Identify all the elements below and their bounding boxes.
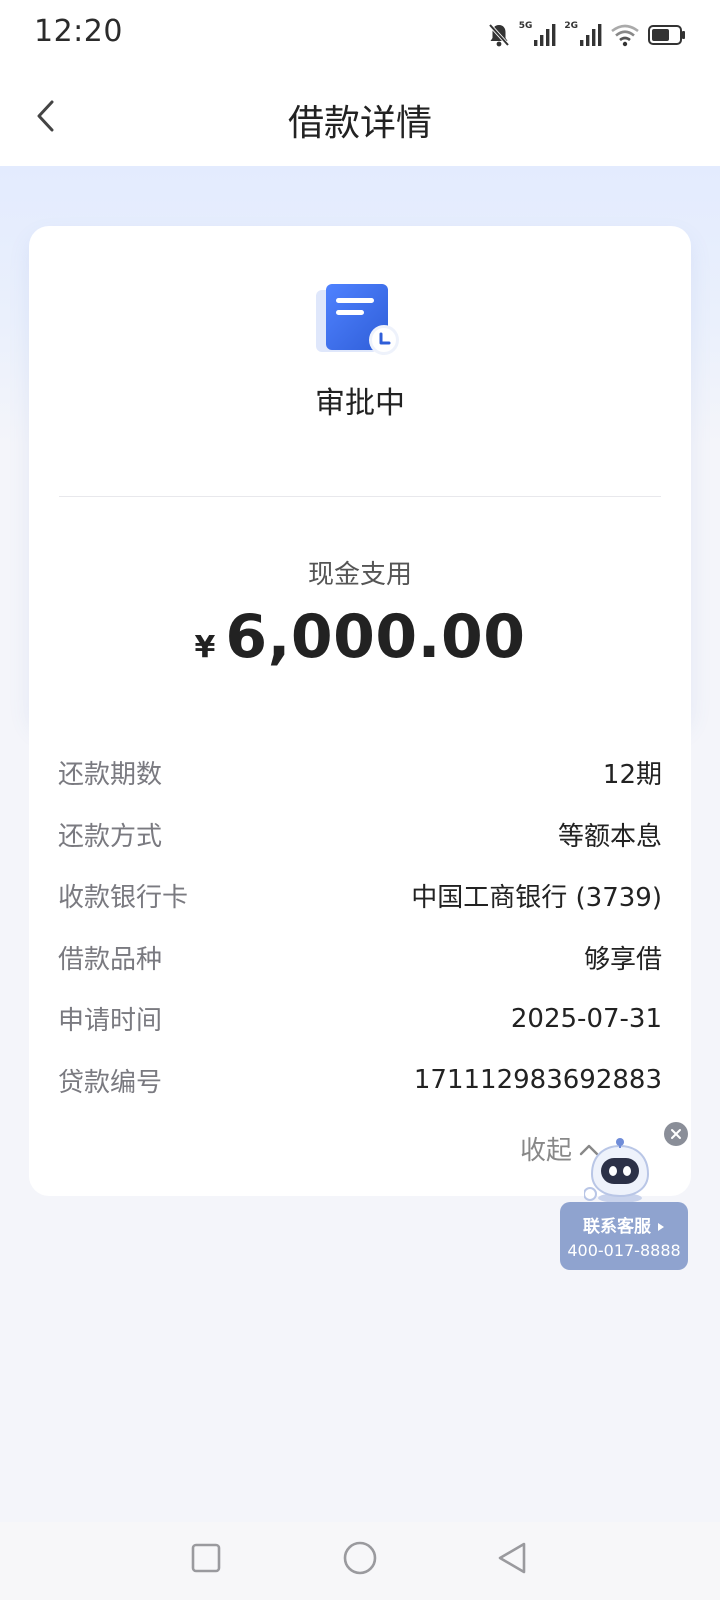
bell-muted-icon bbox=[487, 22, 511, 48]
detail-value: 等额本息 bbox=[557, 821, 662, 852]
detail-key: 还款方式 bbox=[58, 821, 163, 852]
signal-5g-icon bbox=[534, 23, 556, 47]
circle-icon bbox=[342, 1540, 378, 1580]
page-title: 借款详情 bbox=[287, 103, 432, 144]
detail-value: 中国工商银行 (3739) bbox=[411, 883, 662, 914]
signal-2g-icon bbox=[580, 23, 602, 47]
signal-5g-label: 5G bbox=[518, 21, 533, 31]
detail-list: 还款期数 12期 还款方式 等额本息 收款银行卡 中国工商银行 (3739) 借… bbox=[29, 742, 691, 1111]
status-bar: 12:20 5G 2G bbox=[0, 0, 720, 70]
customer-service-widget[interactable]: 联系客服 400-017-8888 bbox=[558, 1112, 692, 1272]
contact-service-button[interactable]: 联系客服 400-017-8888 bbox=[560, 1202, 688, 1270]
detail-value: 2025-07-31 bbox=[510, 1003, 662, 1034]
detail-value: 171112983692883 bbox=[413, 1065, 662, 1096]
detail-row-product: 借款品种 够享借 bbox=[29, 927, 691, 989]
detail-key: 还款期数 bbox=[58, 760, 163, 791]
detail-row-repay-method: 还款方式 等额本息 bbox=[29, 804, 691, 866]
close-icon[interactable] bbox=[664, 1122, 688, 1146]
currency-symbol: ¥ bbox=[194, 630, 216, 665]
cs-phone: 400-017-8888 bbox=[567, 1241, 681, 1260]
battery-icon bbox=[648, 24, 686, 46]
cs-title-row: 联系客服 bbox=[560, 1212, 688, 1237]
recent-apps-button[interactable] bbox=[180, 1534, 232, 1586]
detail-value: 够享借 bbox=[583, 944, 662, 975]
detail-row-bank-card: 收款银行卡 中国工商银行 (3739) bbox=[29, 865, 691, 927]
document-pending-icon bbox=[314, 282, 410, 362]
system-nav-bar bbox=[0, 1522, 720, 1600]
detail-key: 借款品种 bbox=[58, 944, 163, 975]
detail-row-apply-date: 申请时间 2025-07-31 bbox=[29, 988, 691, 1050]
divider bbox=[59, 496, 661, 497]
approval-status: 审批中 bbox=[315, 386, 405, 421]
cs-title: 联系客服 bbox=[583, 1217, 652, 1237]
loan-amount: 6,000.00 bbox=[225, 602, 526, 672]
detail-row-repay-periods: 还款期数 12期 bbox=[29, 742, 691, 804]
nav-bar: 借款详情 bbox=[0, 70, 720, 166]
home-button[interactable] bbox=[334, 1534, 386, 1586]
detail-key: 贷款编号 bbox=[58, 1067, 163, 1098]
amount-label: 现金支用 bbox=[307, 560, 412, 590]
square-icon bbox=[190, 1542, 222, 1578]
status-icons: 5G 2G bbox=[487, 20, 686, 50]
play-arrow-icon bbox=[657, 1217, 665, 1237]
detail-row-loan-number: 贷款编号 171112983692883 bbox=[29, 1050, 691, 1112]
wifi-icon bbox=[610, 23, 640, 47]
signal-2g-label: 2G bbox=[564, 21, 578, 31]
back-nav-button[interactable] bbox=[486, 1534, 538, 1586]
status-time: 12:20 bbox=[34, 14, 123, 49]
amount-row: ¥ 6,000.00 bbox=[29, 602, 691, 672]
robot-icon bbox=[583, 1136, 656, 1204]
detail-value: 12期 bbox=[602, 760, 662, 791]
detail-key: 收款银行卡 bbox=[58, 883, 189, 914]
detail-key: 申请时间 bbox=[58, 1006, 163, 1037]
triangle-back-icon bbox=[496, 1541, 528, 1579]
